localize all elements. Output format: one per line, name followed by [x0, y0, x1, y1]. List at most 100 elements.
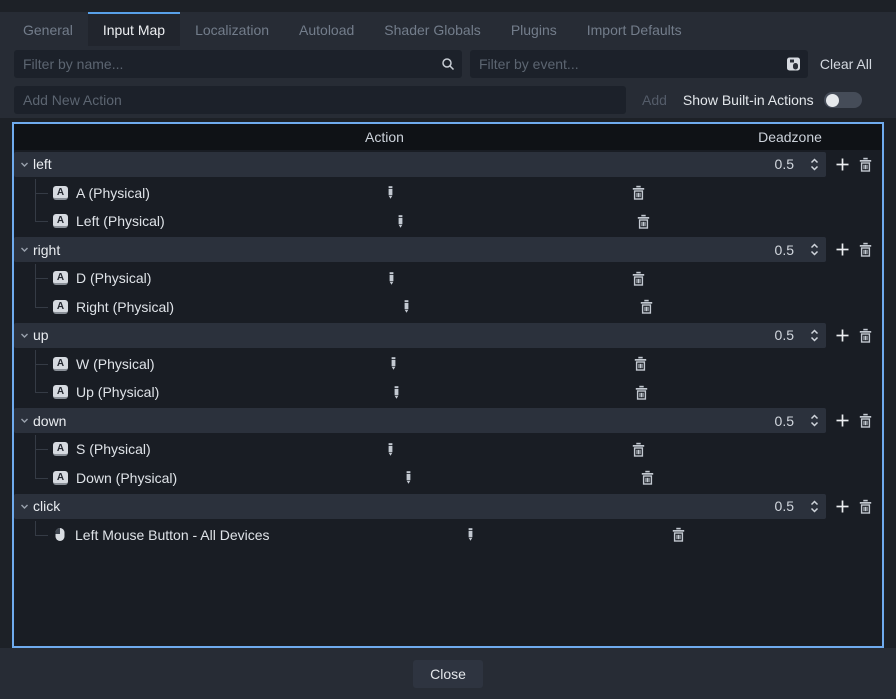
action-band[interactable]: click 0.5: [14, 493, 826, 519]
event-row-left-physical-[interactable]: A Left (Physical): [14, 207, 882, 236]
action-band[interactable]: left 0.5: [14, 151, 826, 177]
action-row-click[interactable]: click 0.5: [14, 492, 882, 521]
pencil-edit-icon[interactable]: [389, 356, 398, 371]
tab-localization[interactable]: Localization: [180, 12, 284, 46]
action-band[interactable]: down 0.5: [14, 408, 826, 434]
chevron-down-icon[interactable]: [19, 501, 30, 512]
event-label: W (Physical): [76, 355, 155, 372]
tree-guide-line: [35, 178, 53, 208]
chevron-down-icon[interactable]: [19, 330, 30, 341]
updown-spinner-icon[interactable]: [808, 157, 821, 172]
trash-icon[interactable]: [639, 299, 654, 314]
trash-icon[interactable]: [636, 214, 651, 229]
tab-input-map[interactable]: Input Map: [87, 12, 181, 46]
keyboard-key-icon: A: [53, 271, 68, 286]
filter-by-name-input[interactable]: [14, 50, 462, 78]
deadzone-value[interactable]: 0.5: [775, 242, 794, 258]
trash-icon[interactable]: [858, 499, 873, 514]
tab-bar: General Input Map Localization Autoload Shad…: [0, 12, 896, 46]
trash-icon[interactable]: [858, 413, 873, 428]
mouse-icon: [53, 527, 67, 542]
add-button[interactable]: Add: [634, 88, 675, 112]
updown-spinner-icon[interactable]: [808, 413, 821, 428]
filter-by-event-input[interactable]: [470, 50, 808, 78]
event-row-up-physical-[interactable]: A Up (Physical): [14, 378, 882, 407]
pencil-edit-icon[interactable]: [392, 385, 401, 400]
event-label: D (Physical): [76, 270, 152, 287]
updown-spinner-icon[interactable]: [808, 499, 821, 514]
close-button[interactable]: Close: [413, 659, 483, 688]
chevron-down-icon[interactable]: [19, 415, 30, 426]
add-event-plus-icon[interactable]: [835, 499, 850, 514]
deadzone-value[interactable]: 0.5: [775, 413, 794, 429]
pencil-edit-icon[interactable]: [404, 470, 413, 485]
dialog-footer: Close: [0, 648, 896, 699]
add-action-row: Add Show Built-in Actions: [0, 82, 896, 118]
event-row-a-physical-[interactable]: A A (Physical): [14, 178, 882, 208]
add-event-plus-icon[interactable]: [835, 328, 850, 343]
deadzone-value[interactable]: 0.5: [775, 498, 794, 514]
tab-shader-globals[interactable]: Shader Globals: [369, 12, 496, 46]
action-row-right[interactable]: right 0.5: [14, 236, 882, 265]
action-band[interactable]: up 0.5: [14, 322, 826, 348]
event-row-s-physical-[interactable]: A S (Physical): [14, 435, 882, 464]
trash-icon[interactable]: [633, 356, 648, 371]
action-band[interactable]: right 0.5: [14, 237, 826, 263]
updown-spinner-icon[interactable]: [808, 328, 821, 343]
trash-icon[interactable]: [631, 271, 646, 286]
event-row-down-physical-[interactable]: A Down (Physical): [14, 463, 882, 493]
trash-icon[interactable]: [640, 470, 655, 485]
add-event-plus-icon[interactable]: [835, 413, 850, 428]
tree-guide-line: [35, 378, 53, 407]
event-row-d-physical-[interactable]: A D (Physical): [14, 264, 882, 293]
action-label: up: [33, 327, 49, 344]
tree-guide-line: [35, 349, 53, 379]
deadzone-value[interactable]: 0.5: [775, 156, 794, 172]
chevron-down-icon[interactable]: [19, 244, 30, 255]
add-new-action-input[interactable]: [14, 86, 626, 114]
keyboard-key-icon: A: [53, 385, 68, 400]
deadzone-value[interactable]: 0.5: [775, 327, 794, 343]
tab-autoload[interactable]: Autoload: [284, 12, 369, 46]
show-builtin-actions-label: Show Built-in Actions: [682, 92, 814, 108]
event-row-w-physical-[interactable]: A W (Physical): [14, 349, 882, 379]
add-event-plus-icon[interactable]: [835, 157, 850, 172]
tab-plugins[interactable]: Plugins: [496, 12, 572, 46]
keyboard-key-icon: A: [53, 214, 68, 229]
action-row-up[interactable]: up 0.5: [14, 321, 882, 350]
clear-all-button[interactable]: Clear All: [810, 52, 882, 76]
toggle-knob-icon: [825, 93, 839, 107]
pencil-edit-icon[interactable]: [387, 271, 396, 286]
trash-icon[interactable]: [631, 442, 646, 457]
pencil-edit-icon[interactable]: [466, 527, 475, 542]
tab-general[interactable]: General: [8, 12, 88, 46]
show-builtin-actions-toggle[interactable]: [823, 92, 862, 108]
trash-icon[interactable]: [634, 385, 649, 400]
pencil-edit-icon[interactable]: [386, 185, 395, 200]
tab-import-defaults[interactable]: Import Defaults: [572, 12, 697, 46]
updown-spinner-icon[interactable]: [808, 242, 821, 257]
pencil-edit-icon[interactable]: [402, 299, 411, 314]
action-label: down: [33, 412, 67, 429]
action-row-left[interactable]: left 0.5: [14, 150, 882, 179]
keyboard-key-icon: A: [53, 442, 68, 457]
chevron-down-icon[interactable]: [19, 159, 30, 170]
event-label: Left Mouse Button - All Devices: [75, 526, 270, 543]
event-row-right-physical-[interactable]: A Right (Physical): [14, 292, 882, 322]
keyboard-key-icon: A: [53, 470, 68, 485]
pencil-edit-icon[interactable]: [386, 442, 395, 457]
trash-icon[interactable]: [858, 157, 873, 172]
trash-icon[interactable]: [858, 242, 873, 257]
tree-guide-line: [35, 292, 53, 322]
action-row-down[interactable]: down 0.5: [14, 407, 882, 436]
tree-guide-line: [35, 463, 53, 493]
trash-icon[interactable]: [631, 185, 646, 200]
trash-icon[interactable]: [671, 527, 686, 542]
event-label: Right (Physical): [76, 298, 175, 315]
event-label: Down (Physical): [76, 469, 178, 486]
event-label: Left (Physical): [76, 213, 165, 230]
pencil-edit-icon[interactable]: [396, 214, 405, 229]
trash-icon[interactable]: [858, 328, 873, 343]
event-row-left-mouse-button-all-devices[interactable]: Left Mouse Button - All Devices: [14, 520, 882, 550]
add-event-plus-icon[interactable]: [835, 242, 850, 257]
